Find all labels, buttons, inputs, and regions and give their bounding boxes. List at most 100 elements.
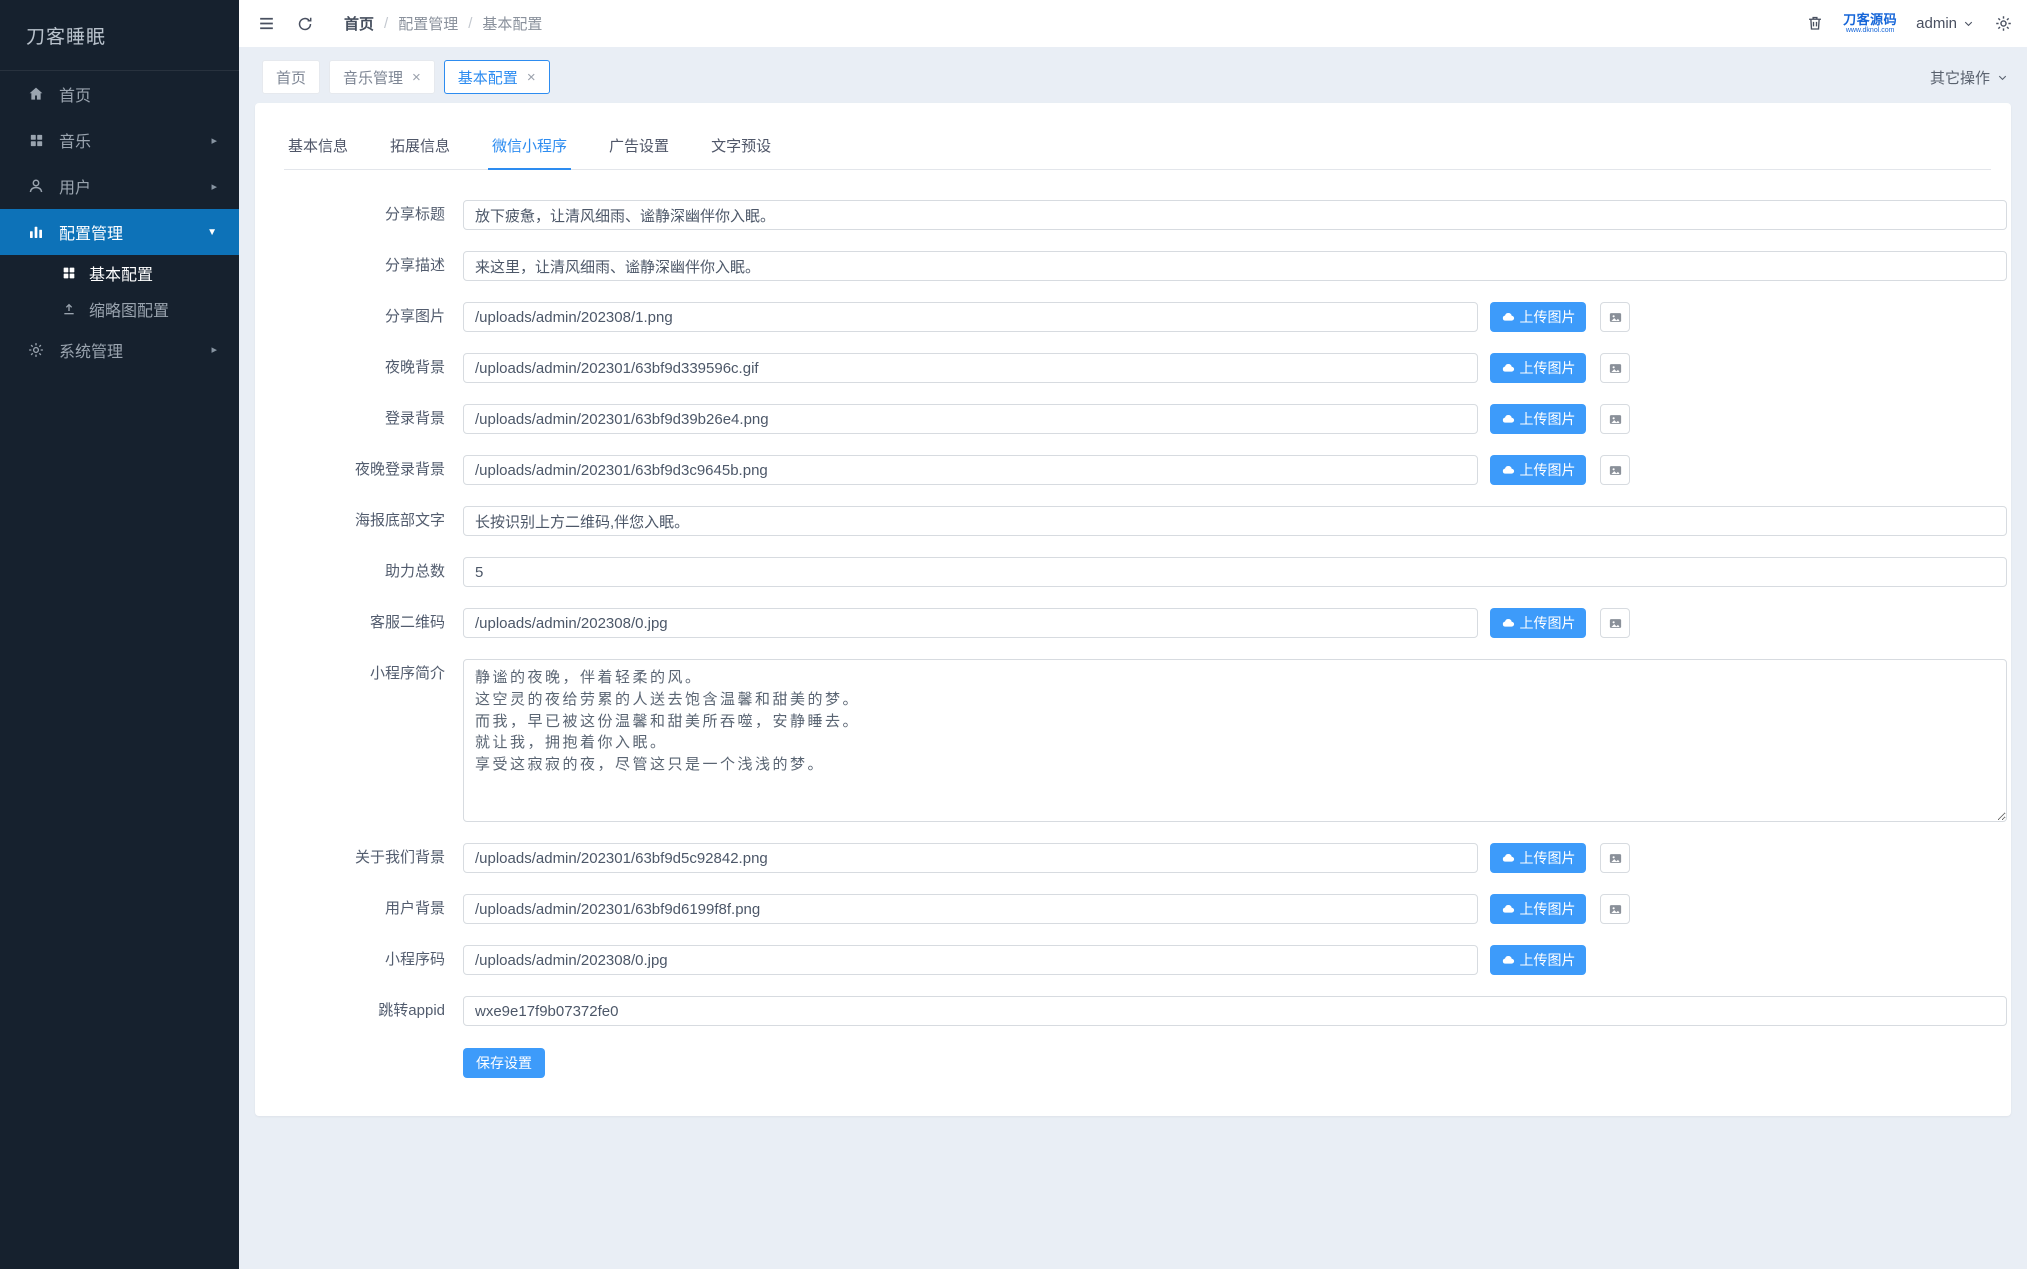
tab-basic-info[interactable]: 基本信息	[284, 131, 352, 169]
about-us-bg-input[interactable]	[463, 843, 1478, 873]
site-logo-subtext: www.dknol.com	[1845, 26, 1895, 34]
poster-footer-text-input[interactable]	[463, 506, 2007, 536]
sidebar-item-system[interactable]: 系统管理 ▸	[0, 327, 239, 372]
form-row: 海报底部文字	[284, 506, 2007, 536]
form-row: 小程序简介 静谧的夜晚，伴着轻柔的风。 这空灵的夜给劳累的人送去饱含温馨和甜美的…	[284, 659, 2007, 822]
breadcrumb-home[interactable]: 首页	[344, 13, 374, 34]
tab-text-presets[interactable]: 文字预设	[707, 131, 775, 169]
miniprogram-code-input[interactable]	[463, 945, 1478, 975]
sidebar-subitem-basic-config[interactable]: 基本配置	[0, 255, 239, 291]
tab-ad-settings[interactable]: 广告设置	[605, 131, 673, 169]
image-icon	[1608, 361, 1623, 376]
tab-chip-label: 音乐管理	[343, 69, 404, 87]
sidebar-item-music[interactable]: 音乐 ▸	[0, 117, 239, 163]
image-icon	[1608, 412, 1623, 427]
upload-image-button[interactable]: 上传图片	[1490, 608, 1586, 638]
chevron-down-icon	[1996, 71, 2009, 84]
collapse-menu-icon[interactable]	[257, 14, 276, 33]
field-label: 分享标题	[384, 206, 445, 223]
gear-icon	[26, 340, 46, 360]
form-row: 关于我们背景 上传图片	[284, 843, 2007, 873]
upload-button-label: 上传图片	[1519, 850, 1576, 866]
share-image-input[interactable]	[463, 302, 1478, 332]
user-icon	[26, 176, 46, 196]
preview-image-button[interactable]	[1600, 404, 1630, 434]
preview-image-button[interactable]	[1600, 608, 1630, 638]
trash-icon[interactable]	[1806, 14, 1824, 32]
sidebar: 刀客睡眠 首页 音乐 ▸ 用户 ▸ 配置管理 ▼ 基本配置 缩略图配置 系统管理…	[0, 0, 239, 1269]
site-logo-text: 刀客源码	[1843, 12, 1898, 27]
cloud-upload-icon	[1501, 412, 1516, 427]
preview-image-button[interactable]	[1600, 455, 1630, 485]
upload-image-button[interactable]: 上传图片	[1490, 843, 1586, 873]
preview-image-button[interactable]	[1600, 302, 1630, 332]
login-bg-input[interactable]	[463, 404, 1478, 434]
refresh-icon[interactable]	[296, 15, 314, 33]
username: admin	[1916, 14, 1957, 32]
sidebar-item-home[interactable]: 首页	[0, 71, 239, 117]
cloud-upload-icon	[1501, 616, 1516, 631]
sidebar-item-config[interactable]: 配置管理 ▼	[0, 209, 239, 255]
tab-wechat-miniprogram[interactable]: 微信小程序	[488, 131, 572, 170]
night-login-bg-input[interactable]	[463, 455, 1478, 485]
form-row: 分享图片 上传图片	[284, 302, 2007, 332]
close-icon[interactable]: ×	[412, 69, 421, 86]
service-qrcode-input[interactable]	[463, 608, 1478, 638]
breadcrumb-config[interactable]: 配置管理	[398, 13, 458, 34]
field-label: 海报底部文字	[354, 512, 445, 529]
upload-button-label: 上传图片	[1519, 360, 1576, 376]
cloud-upload-icon	[1501, 310, 1516, 325]
tab-chip-basic-config[interactable]: 基本配置 ×	[443, 60, 550, 94]
upload-button-label: 上传图片	[1519, 901, 1576, 917]
arrow-right-icon: ▸	[211, 134, 217, 147]
share-desc-input[interactable]	[463, 251, 2007, 281]
preview-image-button[interactable]	[1600, 843, 1630, 873]
other-actions-dropdown[interactable]: 其它操作	[1930, 67, 2011, 88]
upload-image-button[interactable]: 上传图片	[1490, 353, 1586, 383]
field-label: 助力总数	[384, 563, 445, 580]
miniprogram-intro-textarea[interactable]: 静谧的夜晚，伴着轻柔的风。 这空灵的夜给劳累的人送去饱含温馨和甜美的梦。 而我，…	[463, 659, 2007, 822]
preview-image-button[interactable]	[1600, 353, 1630, 383]
tab-chip-music[interactable]: 音乐管理 ×	[329, 60, 435, 94]
upload-icon	[60, 300, 78, 318]
upload-image-button[interactable]: 上传图片	[1490, 404, 1586, 434]
grid-icon	[60, 264, 78, 282]
boost-total-input[interactable]	[463, 557, 2007, 587]
sidebar-item-users[interactable]: 用户 ▸	[0, 163, 239, 209]
image-icon	[1608, 310, 1623, 325]
settings-gear-icon[interactable]	[1994, 14, 2013, 33]
share-title-input[interactable]	[463, 200, 2007, 230]
redirect-appid-input[interactable]	[463, 996, 2007, 1026]
form-row: 分享标题	[284, 200, 2007, 230]
sidebar-item-label: 配置管理	[59, 226, 124, 243]
upload-image-button[interactable]: 上传图片	[1490, 894, 1586, 924]
form-row: 客服二维码 上传图片	[284, 608, 2007, 638]
night-bg-input[interactable]	[463, 353, 1478, 383]
form-row: 助力总数	[284, 557, 2007, 587]
site-logo[interactable]: 刀客源码 www.dknol.com	[1843, 13, 1897, 34]
field-label: 小程序码	[384, 951, 445, 968]
close-icon[interactable]: ×	[527, 69, 536, 86]
arrow-right-icon: ▸	[211, 180, 217, 193]
save-settings-button[interactable]: 保存设置	[463, 1048, 545, 1078]
app-title: 刀客睡眠	[0, 0, 239, 71]
tab-extended-info[interactable]: 拓展信息	[386, 131, 454, 169]
home-icon	[26, 84, 46, 104]
user-bg-input[interactable]	[463, 894, 1478, 924]
upload-image-button[interactable]: 上传图片	[1490, 455, 1586, 485]
arrow-right-icon: ▸	[211, 344, 217, 356]
field-label: 登录背景	[384, 410, 445, 427]
form-row: 小程序码 上传图片	[284, 945, 2007, 975]
upload-button-label: 上传图片	[1519, 309, 1576, 325]
config-tabs: 基本信息 拓展信息 微信小程序 广告设置 文字预设	[284, 131, 1991, 170]
sidebar-subitem-thumbnail-config[interactable]: 缩略图配置	[0, 291, 239, 327]
user-menu[interactable]: admin	[1916, 15, 1975, 32]
form-row: 夜晚登录背景 上传图片	[284, 455, 2007, 485]
sidebar-item-label: 系统管理	[59, 343, 124, 361]
upload-image-button[interactable]: 上传图片	[1490, 302, 1586, 332]
tab-chip-home[interactable]: 首页	[262, 60, 321, 94]
preview-image-button[interactable]	[1600, 894, 1630, 924]
upload-button-label: 上传图片	[1519, 952, 1576, 968]
breadcrumb-basic-config: 基本配置	[482, 16, 543, 33]
upload-image-button[interactable]: 上传图片	[1490, 945, 1586, 975]
